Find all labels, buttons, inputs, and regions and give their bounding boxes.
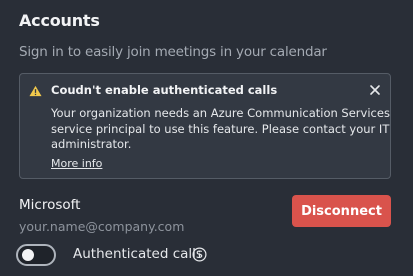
section-title: Accounts (19, 11, 100, 30)
accounts-settings-panel: Accounts Sign in to easily join meetings… (0, 0, 413, 276)
banner-message-line: service principal to use this feature. P… (51, 121, 390, 136)
close-icon[interactable] (368, 83, 382, 97)
info-icon[interactable] (192, 247, 207, 262)
banner-message-line: Your organization needs an Azure Communi… (51, 106, 390, 120)
warning-banner: Coudn't enable authenticated calls Your … (19, 73, 391, 179)
disconnect-button[interactable]: Disconnect (292, 195, 391, 227)
banner-heading: Coudn't enable authenticated calls (51, 83, 278, 97)
banner-message-line: administrator. (51, 137, 132, 151)
section-subtitle: Sign in to easily join meetings in your … (19, 44, 327, 60)
more-info-link[interactable]: More info (51, 157, 102, 170)
warning-icon (29, 85, 42, 97)
banner-message: Your organization needs an Azure Communi… (51, 106, 390, 153)
account-email: your.name@company.com (19, 219, 185, 234)
authenticated-calls-label: Authenticated calls (73, 246, 203, 262)
account-provider: Microsoft (19, 197, 81, 213)
toggle-knob (22, 249, 34, 261)
authenticated-calls-toggle[interactable] (16, 244, 56, 266)
